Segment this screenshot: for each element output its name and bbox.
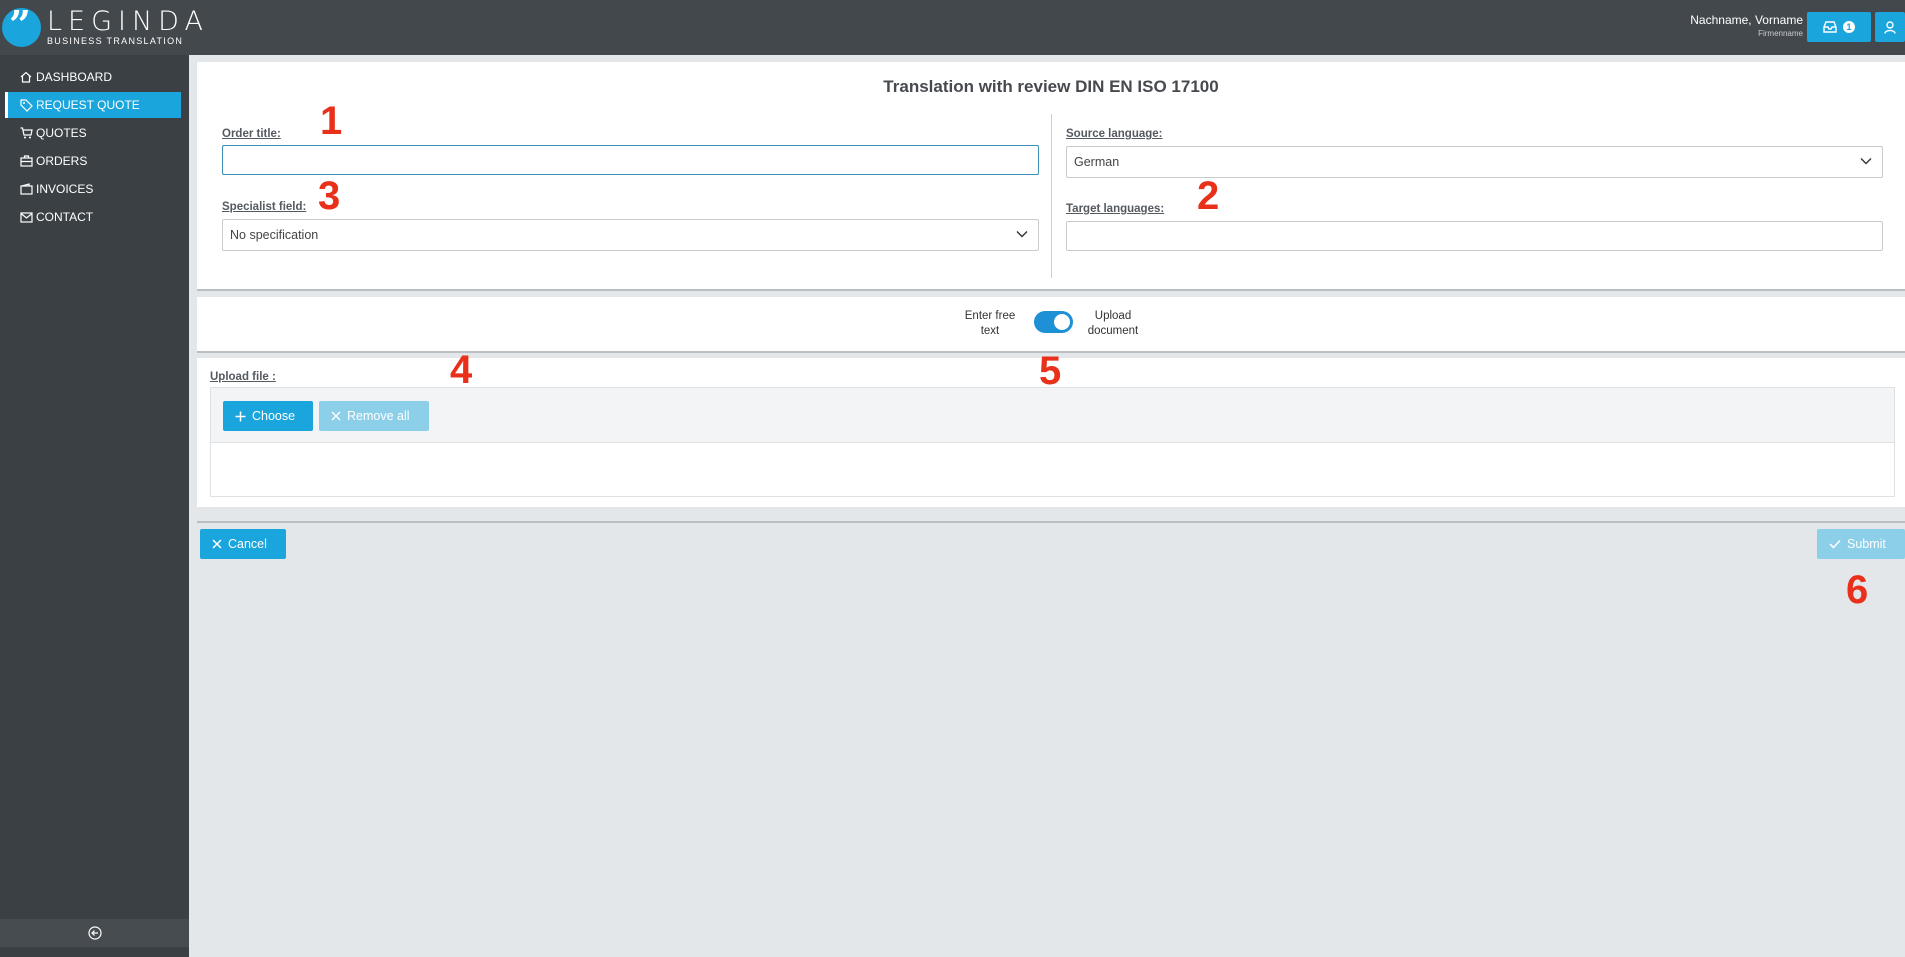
marker-5: 5 — [1039, 349, 1062, 393]
sidebar-item-label: QUOTES — [36, 126, 87, 140]
remove-all-button[interactable]: Remove all — [319, 401, 429, 431]
sidebar-item-invoices[interactable]: INVOICES — [5, 176, 181, 202]
input-mode-toggle[interactable] — [1034, 311, 1073, 333]
wallet-icon — [19, 182, 33, 196]
chevron-down-icon — [1860, 158, 1872, 165]
choose-button[interactable]: Choose — [223, 401, 313, 431]
home-icon — [19, 70, 33, 84]
tag-icon — [19, 98, 33, 112]
source-language-select[interactable]: German — [1066, 146, 1883, 178]
specialist-field-select[interactable]: No specification — [222, 219, 1039, 251]
sidebar: DASHBOARD REQUEST QUOTE QUOTES ORDERS IN… — [0, 55, 189, 957]
page-title: Translation with review DIN EN ISO 17100 — [883, 77, 1219, 96]
source-language-value: German — [1074, 155, 1120, 169]
envelope-icon — [19, 210, 33, 224]
quote-mark-icon: ” — [2, 5, 41, 47]
sidebar-item-dashboard[interactable]: DASHBOARD — [5, 64, 181, 90]
sidebar-item-contact[interactable]: CONTACT — [5, 204, 181, 230]
marker-4: 4 — [450, 348, 473, 392]
inbox-button[interactable]: 1 — [1807, 12, 1871, 42]
leginda-logo[interactable]: ” LEGINDA BUSINESS TRANSLATION — [2, 5, 209, 48]
toggle-knob — [1054, 314, 1070, 330]
cart-icon — [19, 126, 33, 140]
sidebar-item-request-quote[interactable]: REQUEST QUOTE — [5, 92, 181, 118]
sidebar-item-label: REQUEST QUOTE — [36, 98, 140, 112]
specialist-field-label: Specialist field: — [222, 201, 307, 213]
sidebar-item-orders[interactable]: ORDERS — [5, 148, 181, 174]
choose-label: Choose — [252, 409, 296, 423]
marker-3: 3 — [318, 174, 341, 218]
briefcase-icon — [19, 154, 33, 168]
user-icon — [1884, 20, 1896, 34]
sidebar-item-label: INVOICES — [36, 182, 94, 196]
marker-1: 1 — [320, 99, 343, 143]
target-languages-label: Target languages: — [1066, 203, 1165, 215]
chevron-down-icon — [1016, 231, 1028, 238]
inbox-icon — [1823, 21, 1837, 33]
order-title-label: Order title: — [222, 128, 281, 140]
top-bar: ” LEGINDA BUSINESS TRANSLATION Nachname,… — [0, 0, 1905, 55]
specialist-field-value: No specification — [230, 228, 319, 242]
plus-icon — [235, 411, 246, 421]
close-icon — [212, 539, 222, 549]
upload-file-label: Upload file : — [210, 371, 276, 383]
sidebar-item-label: ORDERS — [36, 154, 88, 168]
remove-all-label: Remove all — [347, 409, 410, 423]
marker-6: 6 — [1846, 568, 1869, 612]
free-text-label: Enter free text — [964, 310, 1016, 337]
section-divider — [197, 289, 1905, 291]
section-divider — [197, 521, 1905, 523]
sidebar-item-quotes[interactable]: QUOTES — [5, 120, 181, 146]
user-company: Firmenname — [1758, 29, 1803, 38]
order-details-card: Translation with review DIN EN ISO 17100… — [197, 62, 1905, 290]
user-info: Nachname, Vorname Firmenname — [1690, 13, 1803, 40]
source-language-label: Source language: — [1066, 128, 1163, 140]
cancel-button[interactable]: Cancel — [200, 529, 286, 559]
collapse-sidebar-button[interactable] — [0, 919, 189, 947]
target-languages-input[interactable] — [1066, 221, 1883, 251]
sidebar-item-label: CONTACT — [36, 210, 94, 224]
column-divider — [1051, 114, 1052, 278]
submit-button[interactable]: Submit — [1817, 529, 1905, 559]
marker-2: 2 — [1197, 174, 1220, 218]
collapse-arrow-icon — [87, 926, 102, 940]
close-icon — [331, 411, 341, 421]
order-title-input[interactable] — [222, 145, 1039, 175]
submit-label: Submit — [1847, 537, 1886, 551]
upload-toolbar: Choose Remove all — [211, 388, 1894, 443]
file-upload-area[interactable]: Choose Remove all — [210, 387, 1895, 497]
input-mode-card: Enter free text Upload document — [197, 297, 1905, 352]
logo-name: LEGINDA — [47, 5, 209, 37]
check-icon — [1829, 539, 1841, 549]
user-menu-button[interactable] — [1875, 12, 1905, 42]
upload-document-label: Upload document — [1087, 310, 1139, 337]
upload-card: Upload file : Choose Remove all 4 5 — [197, 350, 1905, 507]
user-name: Nachname, Vorname — [1690, 13, 1803, 27]
cancel-label: Cancel — [228, 537, 267, 551]
inbox-count-badge: 1 — [1843, 21, 1855, 33]
logo-tagline: BUSINESS TRANSLATION — [47, 35, 184, 46]
sidebar-item-label: DASHBOARD — [36, 70, 113, 84]
